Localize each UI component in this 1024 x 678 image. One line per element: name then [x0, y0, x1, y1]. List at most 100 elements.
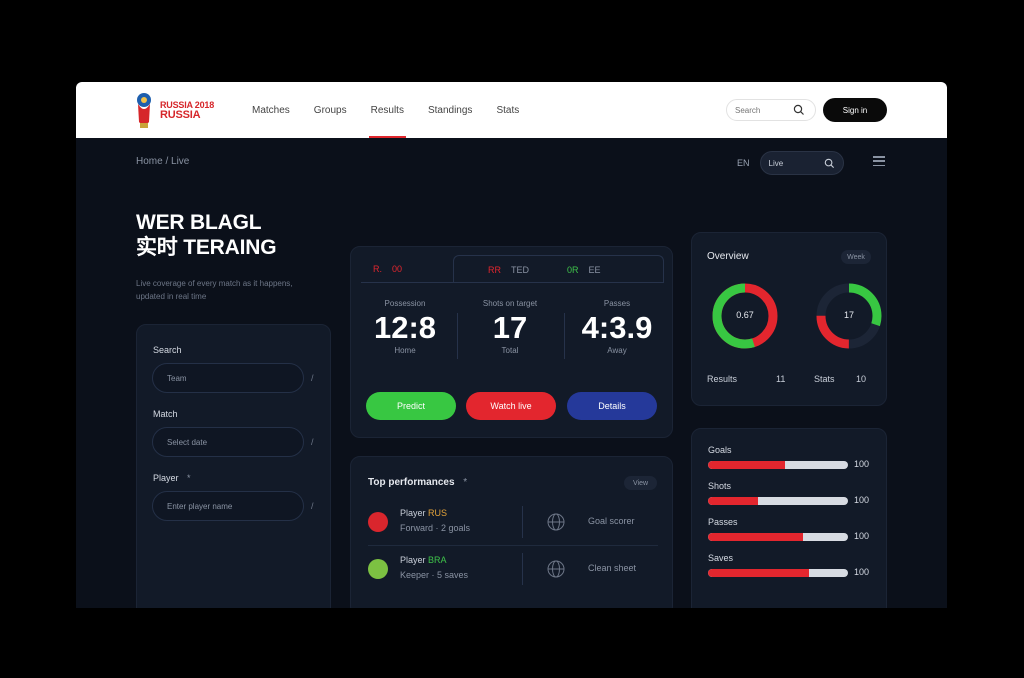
divider: [457, 313, 458, 359]
progress-fill: [708, 569, 809, 577]
nav-search[interactable]: [726, 99, 816, 121]
progress-fill: [708, 461, 785, 469]
page-description: Live coverage of every match as it happe…: [136, 279, 293, 301]
globe-icon: [547, 513, 565, 531]
language-switch[interactable]: EN: [737, 158, 750, 168]
donut-foot-value: 11: [776, 374, 786, 384]
scoreboard-card: R. 00 RR TED 0R EE Possession 12:8 Home …: [350, 246, 673, 438]
player-detail: Keeper · 5 saves: [400, 570, 469, 580]
stat-value: 12:8: [373, 310, 437, 345]
progress-max: 100: [854, 531, 870, 541]
field-side-mark: /: [311, 437, 314, 447]
card-title: Overview: [707, 251, 749, 262]
tab2-label-a: TED: [511, 264, 529, 275]
tab1-score: 00: [392, 264, 403, 274]
list-item[interactable]: Player BRA Keeper · 5 saves Clean sheet: [368, 549, 658, 589]
progress-label: Passes: [708, 517, 738, 527]
field-label-search: Search: [153, 345, 182, 355]
progress-row: Passes 100: [708, 517, 880, 547]
nav-link-standings[interactable]: Standings: [428, 82, 472, 138]
brand-line-2: RUSSIA: [160, 108, 201, 121]
player-name-field[interactable]: Enter player name: [152, 491, 304, 521]
progress-fill: [708, 533, 804, 541]
stat-sub: Home: [394, 345, 416, 355]
donut-value: 17: [843, 310, 854, 320]
divider: [564, 313, 565, 359]
hamburger-menu-icon[interactable]: [873, 156, 885, 166]
breadcrumb[interactable]: Home / Live: [136, 156, 189, 167]
stat-block: Passes 4:3.9 Away: [567, 299, 667, 355]
period-chip[interactable]: Week: [841, 250, 871, 264]
progress-track: [708, 461, 848, 469]
performance-label: Goal scorer: [588, 516, 635, 526]
field-label-player-text: Player: [153, 473, 179, 483]
donut-value: 0.67: [736, 310, 754, 320]
performance-label: Clean sheet: [588, 563, 637, 573]
card-title-text: Top performances: [368, 477, 455, 488]
list-item[interactable]: Player RUS Forward · 2 goals Goal scorer: [368, 502, 658, 542]
tab-match-2[interactable]: RR TED 0R EE: [453, 255, 664, 283]
field-side-mark: /: [311, 373, 314, 383]
details-button[interactable]: Details: [567, 392, 657, 420]
progress-max: 100: [854, 495, 870, 505]
card-title-mark: *: [463, 477, 468, 488]
trophy-emblem-icon: [137, 93, 151, 128]
field-label-player: Player *: [153, 473, 191, 483]
nav-link-matches[interactable]: Matches: [252, 82, 290, 138]
nav-link-groups[interactable]: Groups: [314, 82, 347, 138]
progress-track: [708, 569, 848, 577]
search-team-field[interactable]: Team: [152, 363, 304, 393]
app-frame: RUSSIA 2018 RUSSIA Matches Groups Result…: [76, 82, 947, 608]
tab1-team: R.: [373, 264, 382, 274]
page-title-line-2: 实时 TERAING: [136, 236, 277, 260]
player-name: Player RUS: [400, 508, 447, 518]
avatar: [368, 512, 388, 532]
scoreboard-tabs: R. 00 RR TED 0R EE: [361, 255, 664, 283]
page-title-line-1: WER BLAGL: [136, 211, 262, 234]
stat-sub: Total: [501, 345, 519, 355]
nav-link-results[interactable]: Results: [368, 82, 407, 138]
tab2-team-a: RR: [488, 264, 501, 275]
card-title: Top performances *: [368, 477, 467, 488]
stat-label: Shots on target: [482, 299, 538, 308]
stat-value: 17: [492, 310, 528, 345]
stat-block: Possession 12:8 Home: [355, 299, 455, 355]
view-all-chip[interactable]: View: [624, 476, 657, 490]
player-tag: RUS: [428, 508, 448, 518]
progress-label: Shots: [708, 481, 732, 491]
tab-match-1[interactable]: R. 00: [361, 255, 453, 283]
progress-card: Goals 100 Shots 100 Passes 100 Saves 100: [691, 428, 887, 608]
watch-live-button[interactable]: Watch live: [466, 392, 556, 420]
progress-fill: [708, 497, 759, 505]
brand-logo[interactable]: RUSSIA 2018 RUSSIA: [134, 92, 214, 130]
progress-row: Shots 100: [708, 481, 880, 511]
performances-card: Top performances * View Player RUS Forwa…: [350, 456, 673, 608]
nav-search-input[interactable]: [735, 105, 793, 115]
avatar: [368, 559, 388, 579]
progress-row: Goals 100: [708, 445, 880, 475]
top-navbar: RUSSIA 2018 RUSSIA Matches Groups Result…: [76, 82, 947, 138]
search-icon[interactable]: [793, 104, 805, 116]
sign-in-button[interactable]: Sign in: [823, 98, 887, 122]
progress-label: Goals: [708, 445, 732, 455]
predict-button[interactable]: Predict: [366, 392, 456, 420]
search-icon: [824, 158, 834, 168]
donut-foot-value: 10: [856, 374, 867, 384]
stat-value: 4:3.9: [581, 310, 653, 345]
stat-block: Shots on target 17 Total: [460, 299, 560, 355]
page-title: WER BLAGL 实时 TERAING: [136, 210, 277, 260]
progress-label: Saves: [708, 553, 734, 563]
donut-foot-label: Stats: [814, 374, 835, 384]
nav-links: Matches Groups Results Standings Stats: [252, 82, 519, 138]
live-filter-pill[interactable]: Live: [759, 151, 844, 175]
progress-track: [708, 497, 848, 505]
progress-track: [708, 533, 848, 541]
filter-form-card: Search Team / Match Select date / Player…: [136, 324, 331, 608]
player-detail: Forward · 2 goals: [400, 523, 471, 533]
divider: [361, 282, 664, 283]
nav-link-stats[interactable]: Stats: [496, 82, 519, 138]
tab2-label-b: EE: [588, 264, 601, 275]
required-mark: *: [187, 473, 191, 483]
match-date-field[interactable]: Select date: [152, 427, 304, 457]
divider: [522, 506, 523, 538]
